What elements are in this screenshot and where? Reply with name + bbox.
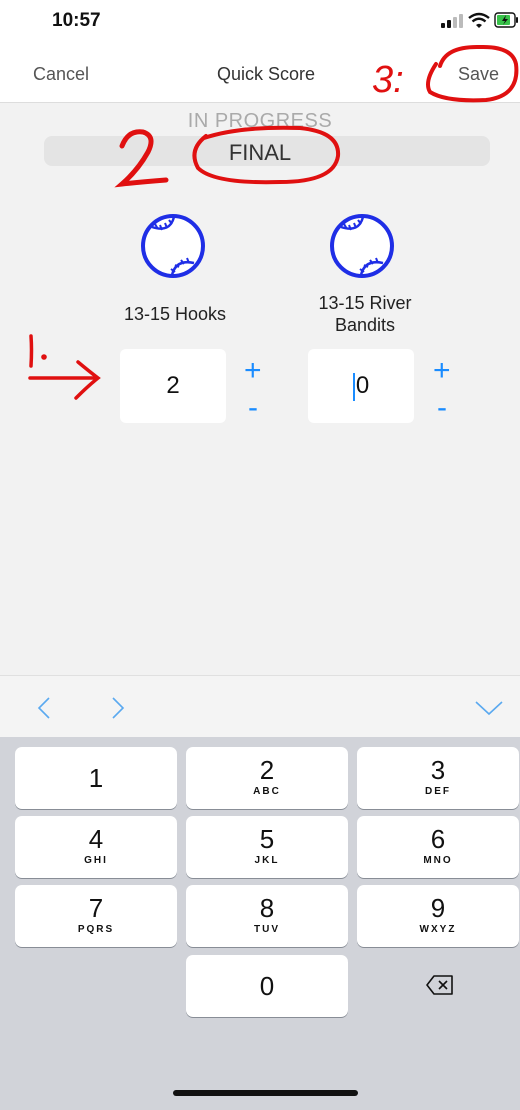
key-8[interactable]: 8 TUV — [186, 885, 348, 947]
team-name-line: 13-15 River — [318, 293, 412, 313]
status-option-final[interactable]: FINAL — [0, 140, 520, 166]
team-name-line: Bandits — [334, 315, 396, 335]
baseball-icon — [330, 214, 394, 278]
backspace-icon — [426, 975, 453, 995]
key-digit: 3 — [430, 755, 446, 785]
baseball-icon — [141, 214, 205, 278]
key-9[interactable]: 9 WXYZ — [357, 885, 519, 947]
next-field-icon[interactable] — [110, 696, 126, 720]
text-cursor — [352, 372, 355, 401]
key-1[interactable]: 1 — [15, 747, 177, 809]
team-name: 13-15 River Bandits — [290, 292, 440, 336]
increment-button[interactable]: + — [244, 356, 262, 386]
key-letters: MNO — [423, 855, 453, 866]
navigation-bar: Cancel Quick Score Save — [0, 44, 520, 103]
key-letters: TUV — [254, 924, 280, 935]
key-letters: PQRS — [77, 924, 115, 935]
key-digit: 2 — [259, 755, 275, 785]
key-digit: 6 — [430, 824, 446, 854]
key-2[interactable]: 2 ABC — [186, 747, 348, 809]
key-digit: 1 — [88, 763, 104, 793]
key-4[interactable]: 4 GHI — [15, 816, 177, 878]
key-0[interactable]: 0 — [186, 955, 348, 1017]
key-3[interactable]: 3 DEF — [357, 747, 519, 809]
keyboard-toolbar — [0, 675, 520, 738]
key-letters: GHI — [84, 855, 108, 866]
decrement-button[interactable]: - — [437, 393, 447, 423]
key-letters: DEF — [425, 786, 451, 797]
dismiss-keyboard-icon[interactable] — [474, 700, 504, 716]
key-letters: JKL — [254, 855, 280, 866]
previous-field-icon[interactable] — [36, 696, 52, 720]
key-digit: 7 — [88, 893, 104, 923]
save-button[interactable]: Save — [458, 64, 499, 85]
status-option-in-progress[interactable]: IN PROGRESS — [0, 110, 520, 133]
numeric-keypad: 1 2 ABC 3 DEF 4 GHI 5 JKL 6 MNO 7 PQRS 8 TUV 9W… — [0, 737, 520, 1110]
key-6[interactable]: 6 MNO — [357, 816, 519, 878]
key-letters: ABC — [253, 786, 281, 797]
increment-button[interactable]: + — [433, 356, 451, 386]
key-letters: WXYZ — [419, 924, 457, 935]
delete-key[interactable] — [357, 955, 519, 1017]
decrement-button[interactable]: - — [248, 393, 258, 423]
key-digit: 0 — [259, 971, 275, 1001]
team-name: 13-15 Hooks — [123, 304, 227, 324]
key-digit: 4 — [88, 824, 104, 854]
score-value: 0 — [355, 372, 370, 399]
page-title: Quick Score — [216, 64, 316, 84]
wifi-icon — [468, 12, 490, 28]
key-digit: 5 — [259, 824, 275, 854]
key-7[interactable]: 7 PQRS — [15, 885, 177, 947]
signal-icon — [441, 14, 463, 28]
score-input-away[interactable]: 0 — [308, 349, 414, 423]
battery-icon — [494, 12, 518, 28]
key-digit: 9 — [430, 893, 446, 923]
key-5[interactable]: 5 JKL — [186, 816, 348, 878]
score-input-home[interactable]: 2 — [120, 349, 226, 423]
key-digit: 8 — [259, 893, 275, 923]
status-bar: 10:57 — [0, 0, 520, 44]
clock: 10:57 — [52, 10, 101, 31]
home-indicator — [173, 1090, 358, 1096]
